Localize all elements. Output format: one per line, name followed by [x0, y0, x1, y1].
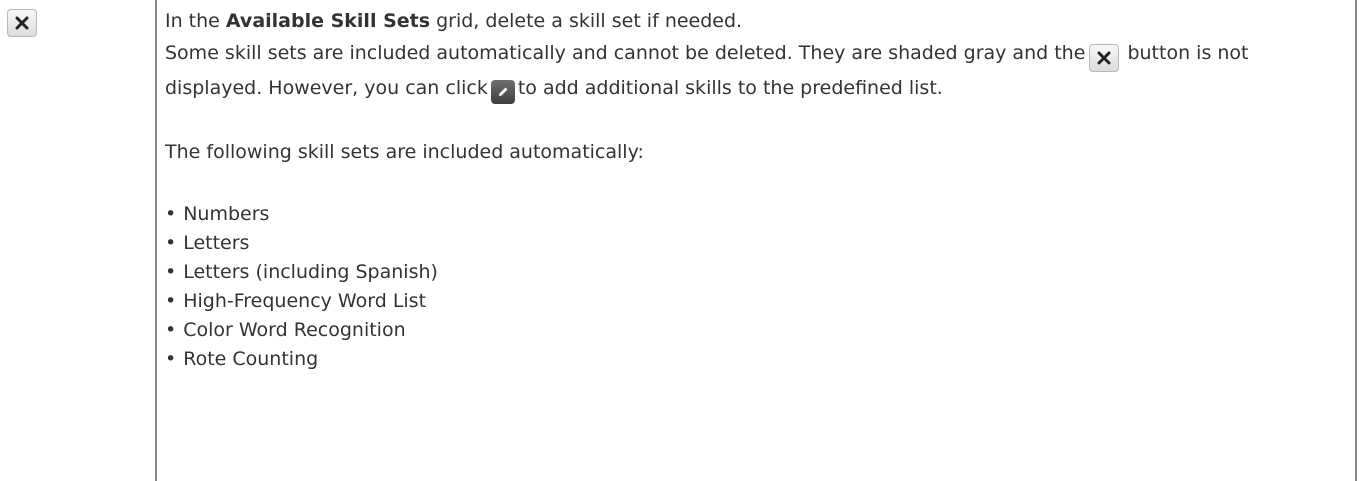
intro-suffix: grid, delete a skill set if needed.: [430, 10, 743, 32]
inline-delete-button: [1089, 44, 1120, 72]
list-item: Letters: [165, 229, 1350, 258]
icon-cell: [0, 0, 157, 481]
description-cell: In the Available Skill Sets grid, delete…: [157, 0, 1357, 481]
close-icon: [15, 16, 29, 30]
list-item: Numbers: [165, 200, 1350, 229]
intro-prefix: In the: [165, 10, 226, 32]
delete-button[interactable]: [7, 9, 37, 37]
list-item: Letters (including Spanish): [165, 258, 1350, 287]
list-item: Color Word Recognition: [165, 316, 1350, 345]
note-paragraph: Some skill sets are included automatical…: [165, 37, 1350, 104]
description-content: In the Available Skill Sets grid, delete…: [165, 5, 1350, 374]
pencil-edit-icon: [490, 80, 515, 104]
close-icon: [1097, 51, 1111, 65]
list-intro: The following skill sets are included au…: [165, 141, 644, 163]
list-item: Rote Counting: [165, 345, 1350, 374]
note-part1: Some skill sets are included automatical…: [165, 42, 1086, 64]
skill-set-list: Numbers Letters Letters (including Spani…: [165, 200, 1350, 374]
note-part3: to add additional skills to the predefin…: [517, 77, 943, 99]
list-item: High-Frequency Word List: [165, 287, 1350, 316]
instruction-table: In the Available Skill Sets grid, delete…: [0, 0, 1359, 481]
intro-paragraph: In the Available Skill Sets grid, delete…: [165, 5, 1350, 37]
grid-name: Available Skill Sets: [225, 10, 431, 32]
